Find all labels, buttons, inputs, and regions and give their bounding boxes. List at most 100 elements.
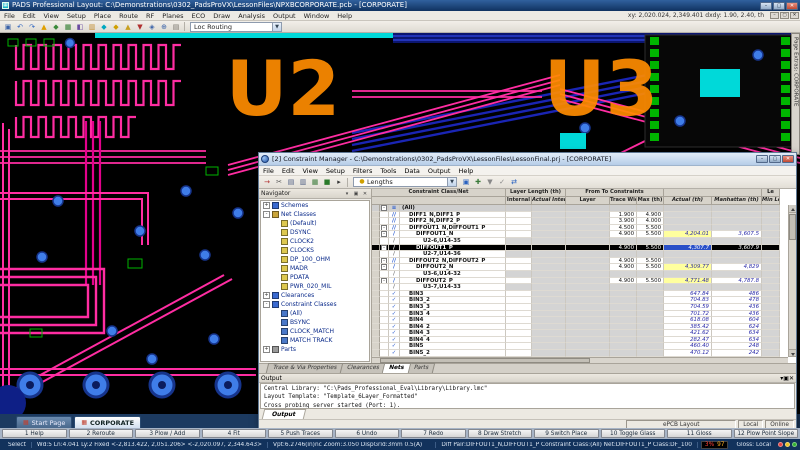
- header-trace-width-min[interactable]: Trace Width (th) Min (th): [610, 197, 637, 205]
- tree-item-bsync[interactable]: BSYNC: [261, 318, 369, 327]
- grid-row-diff1-n-diff1-p[interactable]: ∕∕DIFF1_N,DIFF1_P1.9004.900: [372, 212, 788, 219]
- cell-layer[interactable]: [566, 343, 610, 350]
- scheme-dropdown[interactable]: Loc Routing ▼: [190, 22, 282, 32]
- row-selector[interactable]: [372, 304, 380, 311]
- row-selector[interactable]: [372, 291, 380, 298]
- cell-max[interactable]: 5.500: [637, 258, 664, 265]
- menu-rf[interactable]: RF: [142, 11, 158, 21]
- cell-min[interactable]: 4.900: [610, 264, 637, 271]
- cm-menu-tools[interactable]: Tools: [376, 166, 400, 176]
- cell-internal[interactable]: [506, 238, 532, 245]
- grid-row-bin4-4[interactable]: ✓BIN4_4282.47634: [372, 337, 788, 344]
- child-minimize-button[interactable]: –: [770, 12, 779, 19]
- cell-internal[interactable]: [506, 297, 532, 304]
- row-selector[interactable]: [372, 218, 380, 225]
- grid-row-bin4[interactable]: ✓BIN4618.08604: [372, 317, 788, 324]
- cell-min[interactable]: [610, 271, 637, 278]
- row-selector[interactable]: [372, 271, 380, 278]
- cell-min[interactable]: [610, 251, 637, 258]
- cell-min[interactable]: [610, 205, 637, 212]
- cell-layer[interactable]: [566, 225, 610, 232]
- cell-min[interactable]: 1.900: [610, 212, 637, 219]
- expand-toggle[interactable]: -: [381, 205, 387, 211]
- cell-internal[interactable]: [506, 205, 532, 212]
- menu-file[interactable]: File: [0, 11, 19, 21]
- cell-min[interactable]: [610, 317, 637, 324]
- cell-max[interactable]: [637, 350, 664, 357]
- fkey-9[interactable]: 9 Switch Place: [534, 429, 599, 438]
- expand-toggle[interactable]: -: [381, 225, 387, 231]
- cell-internal[interactable]: [506, 343, 532, 350]
- pointer-icon[interactable]: ▸: [334, 177, 344, 187]
- cell-internal[interactable]: [506, 291, 532, 298]
- page-extras-tab[interactable]: Page Extras: CORPORATE: [791, 33, 800, 155]
- header-length-group-cut[interactable]: Le: [762, 189, 780, 197]
- cell-max[interactable]: [637, 297, 664, 304]
- cm-menu-view[interactable]: View: [298, 166, 321, 176]
- route-diamond-cyan-icon[interactable]: ◆: [99, 22, 109, 32]
- nav-pin-button[interactable]: ▣: [352, 190, 360, 198]
- cell-layer[interactable]: [566, 238, 610, 245]
- sheet-tab-clearances[interactable]: Clearances: [339, 363, 386, 373]
- minimize-button[interactable]: –: [760, 2, 772, 10]
- doc-tab-corporate[interactable]: ▦CORPORATE: [74, 416, 141, 428]
- header-internal[interactable]: Internal: [506, 197, 532, 205]
- cell-internal[interactable]: [506, 225, 532, 232]
- cell-layer[interactable]: [566, 291, 610, 298]
- expand-toggle[interactable]: +: [263, 202, 270, 209]
- menu-output[interactable]: Output: [269, 11, 300, 21]
- row-selector[interactable]: [372, 205, 380, 212]
- cell-max[interactable]: [637, 324, 664, 331]
- tree-item-schemes[interactable]: +Schemes: [261, 201, 369, 210]
- output-close-button[interactable]: ✕: [789, 375, 794, 382]
- menu-view[interactable]: View: [39, 11, 62, 21]
- cell-min[interactable]: 4.900: [610, 231, 637, 238]
- cell-min[interactable]: [610, 330, 637, 337]
- grid-row-bin3-2[interactable]: ✓BIN3_2704.83478: [372, 297, 788, 304]
- cell-layer[interactable]: [566, 304, 610, 311]
- vertical-scrollbar[interactable]: [788, 205, 796, 357]
- tree-item-clearances[interactable]: +Clearances: [261, 291, 369, 300]
- cell-layer[interactable]: [566, 271, 610, 278]
- output-log[interactable]: Central Library: "C:\Pads_Professional_E…: [260, 383, 795, 409]
- grid-row-diffout2-n[interactable]: -∕DIFFOUT2_N4.9005.5004,309.774,829: [372, 264, 788, 271]
- grid-row-diffout1-n-diffout1-p[interactable]: -∕∕DIFFOUT1_N,DIFFOUT1_P4.5005.500: [372, 225, 788, 232]
- fkey-3[interactable]: 3 Plow / Add: [135, 429, 200, 438]
- sheet-tab-parts[interactable]: Parts: [407, 363, 436, 373]
- grid-row-diffout2-n-diffout2-p[interactable]: -∕∕DIFFOUT2_N,DIFFOUT2_P4.9005.500: [372, 258, 788, 265]
- row-selector[interactable]: [372, 251, 380, 258]
- expand-toggle[interactable]: -: [381, 245, 387, 251]
- cm-menu-setup[interactable]: Setup: [322, 166, 349, 176]
- grid-row-bin5[interactable]: ✓BIN5460.40248: [372, 343, 788, 350]
- cell-layer[interactable]: [566, 278, 610, 285]
- cell-max[interactable]: [637, 330, 664, 337]
- cell-max[interactable]: [637, 317, 664, 324]
- grid-row-bin3[interactable]: ✓BIN3647.84486: [372, 291, 788, 298]
- menu-edit[interactable]: Edit: [19, 11, 40, 21]
- cell-internal[interactable]: [506, 324, 532, 331]
- expand-toggle[interactable]: -: [381, 231, 387, 237]
- cm-menu-edit[interactable]: Edit: [278, 166, 299, 176]
- fkey-8[interactable]: 8 Draw Stretch: [468, 429, 533, 438]
- editor-control-icon[interactable]: ▥: [87, 22, 97, 32]
- tree-item-all[interactable]: (All): [261, 309, 369, 318]
- close-button[interactable]: ✕: [786, 2, 798, 10]
- cell-min[interactable]: [610, 304, 637, 311]
- cell-layer[interactable]: [566, 350, 610, 357]
- cell-min[interactable]: [610, 238, 637, 245]
- row-selector[interactable]: [372, 343, 380, 350]
- cell-layer[interactable]: [566, 258, 610, 265]
- output-tab[interactable]: Output: [262, 409, 306, 419]
- cm-close-button[interactable]: ✕: [782, 155, 794, 163]
- row-selector[interactable]: [372, 324, 380, 331]
- copy-icon[interactable]: ▤: [286, 177, 296, 187]
- cell-min[interactable]: 4.900: [610, 278, 637, 285]
- sheet-tab-nets[interactable]: Nets: [382, 363, 412, 373]
- select-mode-icon[interactable]: ▲: [39, 22, 49, 32]
- row-selector[interactable]: [372, 231, 380, 238]
- cell-internal[interactable]: [506, 245, 532, 252]
- row-selector[interactable]: [372, 350, 380, 357]
- restore-button[interactable]: ▢: [773, 2, 785, 10]
- cell-internal[interactable]: [506, 251, 532, 258]
- cell-internal[interactable]: [506, 317, 532, 324]
